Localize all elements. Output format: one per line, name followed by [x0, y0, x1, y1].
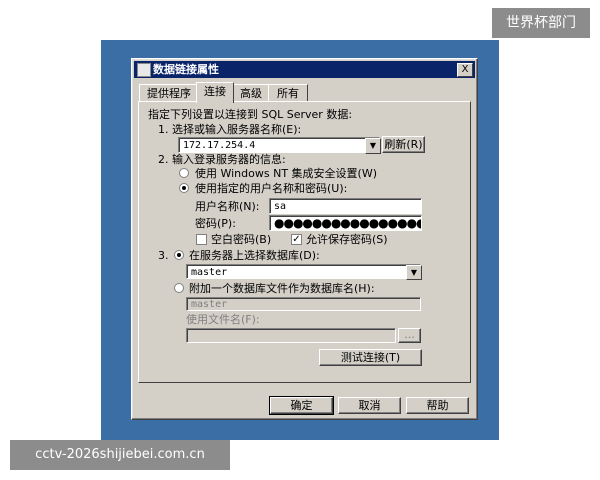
- close-button[interactable]: X: [457, 63, 473, 77]
- blank-password-checkbox[interactable]: [196, 234, 207, 245]
- select-db-label[interactable]: 在服务器上选择数据库(D):: [189, 249, 320, 262]
- title-bar[interactable]: 数据链接属性 X: [134, 61, 475, 78]
- tab-advanced[interactable]: 高级: [232, 84, 270, 102]
- dialog-icon: [137, 63, 151, 77]
- step3-prefix: 3.: [158, 249, 169, 262]
- select-db-radio[interactable]: [174, 250, 184, 260]
- attach-db-label[interactable]: 附加一个数据库文件作为数据库名(H):: [189, 282, 375, 295]
- attach-db-radio[interactable]: [174, 283, 184, 293]
- cancel-button[interactable]: 取消: [338, 397, 401, 414]
- server-dropdown-arrow-icon[interactable]: ▼: [365, 138, 381, 154]
- use-filename-label: 使用文件名(F):: [186, 313, 260, 326]
- specific-user-radio[interactable]: [179, 183, 189, 193]
- save-password-checkbox[interactable]: ✓: [291, 234, 302, 245]
- help-button[interactable]: 帮助: [406, 397, 469, 414]
- server-name-combobox[interactable]: 172.17.254.4: [178, 137, 380, 153]
- windows-auth-radio[interactable]: [179, 168, 189, 178]
- ok-button[interactable]: 确定: [269, 396, 334, 415]
- windows-auth-label[interactable]: 使用 Windows NT 集成安全设置(W): [195, 167, 377, 180]
- browse-file-button[interactable]: ...: [398, 328, 421, 343]
- save-password-label[interactable]: 允许保存密码(S): [306, 233, 388, 246]
- watermark-top: 世界杯部门: [492, 8, 590, 38]
- database-dropdown-arrow-icon[interactable]: ▼: [406, 265, 422, 280]
- step2-label: 2. 输入登录服务器的信息:: [158, 153, 286, 166]
- blank-password-label[interactable]: 空白密码(B): [211, 233, 271, 246]
- database-combobox[interactable]: master: [186, 264, 421, 279]
- data-link-properties-dialog: 数据链接属性 X 提供程序 连接 高级 所有 指定下列设置以连接到 SQL Se…: [131, 58, 478, 420]
- tab-provider[interactable]: 提供程序: [139, 84, 199, 102]
- username-input[interactable]: sa: [269, 198, 422, 214]
- dialog-title: 数据链接属性: [153, 63, 219, 76]
- tab-connection[interactable]: 连接: [196, 82, 234, 103]
- password-label: 密码(P):: [195, 217, 236, 230]
- username-label: 用户名称(N):: [195, 200, 260, 213]
- filename-input[interactable]: [186, 328, 396, 343]
- watermark-bottom: cctv-2026shijiebei.com.cn: [10, 440, 230, 470]
- intro-text: 指定下列设置以连接到 SQL Server 数据:: [148, 108, 353, 121]
- step1-label: 1. 选择或输入服务器名称(E):: [158, 123, 302, 136]
- test-connection-button[interactable]: 测试连接(T): [319, 349, 422, 366]
- tab-all[interactable]: 所有: [268, 84, 308, 102]
- attach-db-name-input[interactable]: master: [186, 297, 421, 311]
- refresh-button[interactable]: 刷新(R): [382, 136, 425, 153]
- password-input[interactable]: ●●●●●●●●●●●●●●●●●●●: [269, 215, 422, 231]
- specific-user-label[interactable]: 使用指定的用户名称和密码(U):: [195, 182, 347, 195]
